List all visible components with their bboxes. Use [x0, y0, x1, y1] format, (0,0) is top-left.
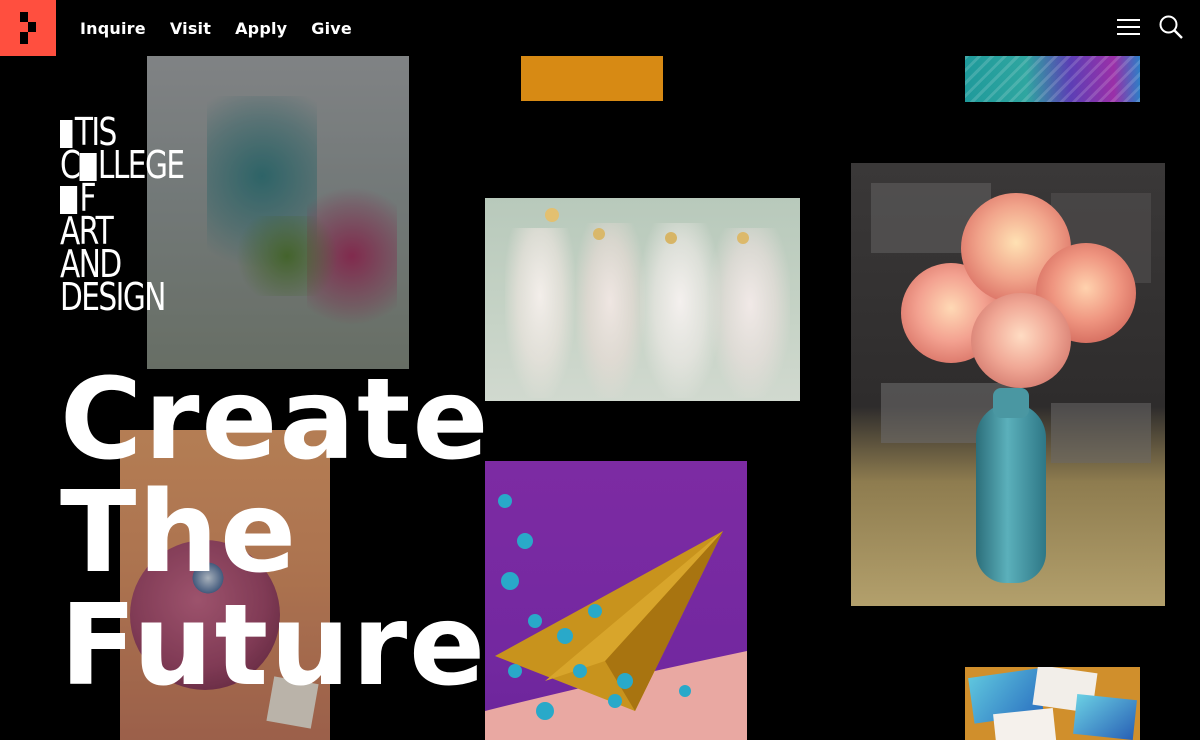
artwork-roses-in-vase-painting[interactable] — [851, 163, 1165, 606]
hero-headline: Create The Future — [60, 364, 490, 703]
artwork-watercolor-cityscape[interactable] — [147, 56, 409, 369]
artwork-psychedelic-pattern[interactable] — [965, 56, 1140, 102]
headline-line-2: The — [60, 468, 299, 598]
wordmark-line-6: DESIGN — [60, 275, 166, 319]
artwork-fashion-illustration[interactable] — [485, 198, 800, 401]
artwork-paper-plane-butterflies[interactable] — [485, 461, 747, 740]
search-icon[interactable] — [1158, 14, 1184, 40]
hamburger-menu-icon[interactable] — [1116, 14, 1142, 40]
headline-line-1: Create — [60, 355, 491, 485]
artwork-postcard-grid[interactable] — [965, 667, 1140, 740]
top-navigation-bar: Inquire Visit Apply Give — [0, 0, 1200, 56]
otis-logo[interactable] — [0, 0, 56, 56]
primary-nav: Inquire Visit Apply Give — [80, 0, 352, 56]
paper-plane-illustration — [485, 494, 747, 740]
nav-inquire-link[interactable]: Inquire — [80, 19, 146, 38]
artwork-orange-swatch[interactable] — [521, 56, 663, 101]
header-utility-icons — [1116, 14, 1184, 40]
headline-line-3: Future — [60, 581, 488, 711]
nav-visit-link[interactable]: Visit — [170, 19, 211, 38]
nav-give-link[interactable]: Give — [311, 19, 352, 38]
otis-wordmark[interactable]: TIS C LLEGE F ART AND DESIGN — [60, 113, 185, 319]
nav-apply-link[interactable]: Apply — [235, 19, 287, 38]
